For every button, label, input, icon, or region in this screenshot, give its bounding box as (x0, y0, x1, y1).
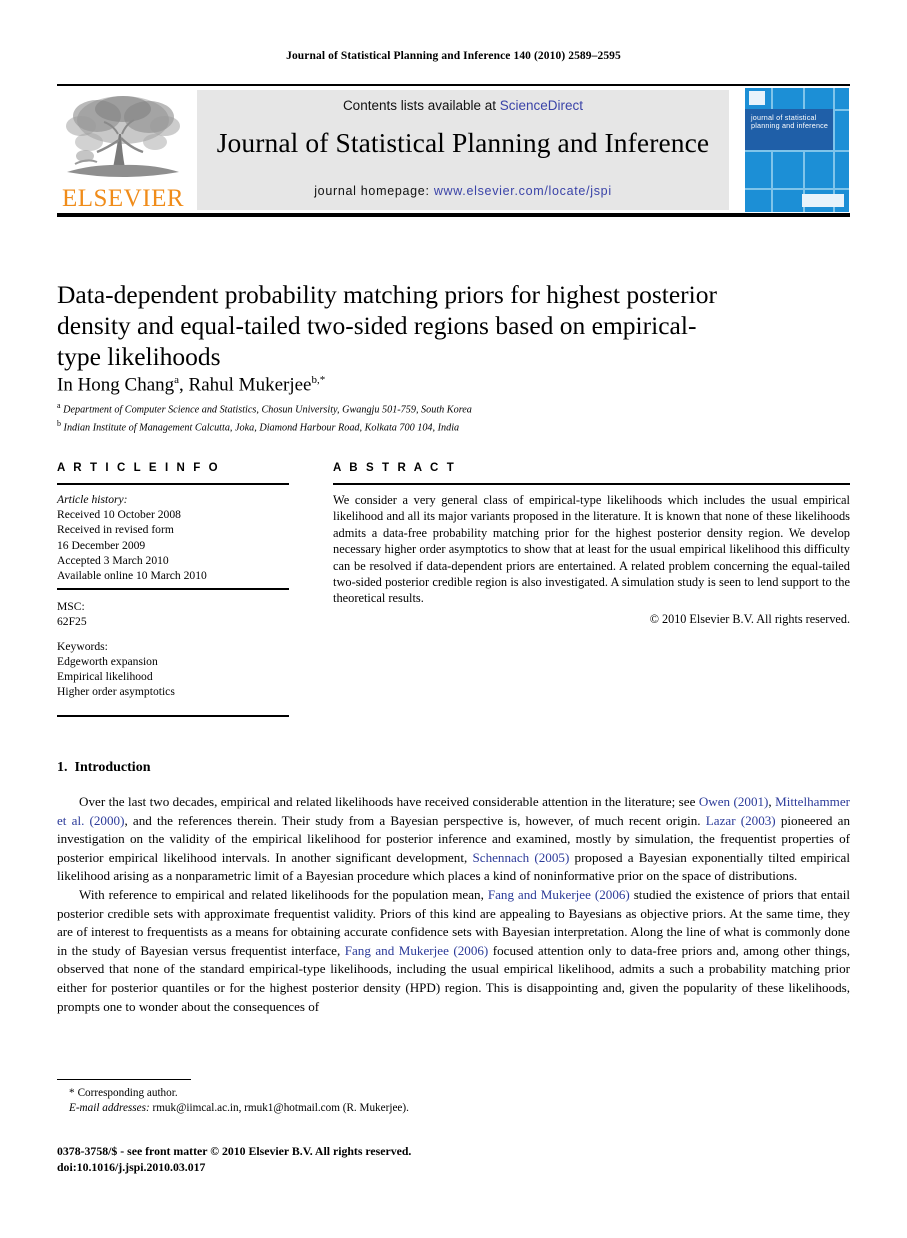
sciencedirect-line: Contents lists available at ScienceDirec… (197, 98, 729, 113)
introduction-body: Over the last two decades, empirical and… (57, 793, 850, 1016)
p1-part-1: Over the last two decades, empirical and… (79, 794, 699, 809)
article-history-label: Article history: (57, 493, 128, 506)
affiliation-marker-a: a (57, 401, 61, 410)
citation-fang-mukerjee-2006-a[interactable]: Fang and Mukerjee (2006) (488, 887, 630, 902)
section-heading-introduction: 1. Introduction (57, 760, 150, 776)
paragraph-1: Over the last two decades, empirical and… (57, 793, 850, 886)
elsevier-wordmark: ELSEVIER (61, 185, 185, 212)
corresponding-author-label: Corresponding author. (77, 1087, 178, 1099)
author-affil-marker-2: b,* (311, 374, 326, 386)
affiliation-a-text: Department of Computer Science and Stati… (63, 404, 472, 416)
p1-part-3: , and the references therein. Their stud… (124, 812, 706, 828)
imprint-block: 0378-3758/$ - see front matter © 2010 El… (57, 1144, 557, 1175)
elsevier-tree-icon (66, 96, 180, 177)
issn-line: 0378-3758/$ - see front matter © 2010 El… (57, 1144, 412, 1158)
keyword-0: Edgeworth expansion (57, 654, 158, 668)
keyword-2: Higher order asymptotics (57, 685, 175, 699)
history-line-4: Available online 10 March 2010 (57, 569, 207, 583)
corresponding-author-marker: * (69, 1087, 75, 1099)
abstract-copyright: © 2010 Elsevier B.V. All rights reserved… (649, 611, 850, 626)
email-value[interactable]: rmuk@iimcal.ac.in, rmuk1@hotmail.com (R.… (150, 1102, 408, 1114)
cover-sciencedirect-mark (802, 194, 844, 207)
author-affil-marker-1: a (174, 374, 180, 386)
abstract-heading: A B S T R A C T (333, 462, 457, 474)
affiliation-a: a Department of Computer Science and Sta… (57, 399, 777, 417)
msc-value: 62F25 (57, 615, 87, 629)
affiliation-marker-b: b (57, 418, 61, 428)
section-title: Introduction (74, 760, 151, 775)
journal-title: Journal of Statistical Planning and Infe… (216, 127, 710, 158)
footnote-block: * Corresponding author. E-mail addresses:… (57, 1086, 557, 1116)
contents-prefix-label: Contents lists available at (342, 98, 500, 113)
journal-homepage-line: journal homepage: www.elsevier.com/locat… (197, 184, 729, 198)
article-page: Journal of Statistical Planning and Infe… (0, 0, 907, 1238)
doi-line[interactable]: doi:10.1016/j.jspi.2010.03.017 (57, 1160, 557, 1176)
keywords-block: Keywords: Edgeworth expansion Empirical … (57, 630, 289, 700)
abstract-column: A B S T R A C T We consider a very gener… (333, 462, 850, 627)
email-note: E-mail addresses: rmuk@iimcal.ac.in, rmu… (57, 1101, 557, 1116)
running-head: Journal of Statistical Planning and Infe… (286, 50, 621, 62)
article-info-column: A R T I C L E I N F O Article history: R… (57, 462, 289, 718)
article-history-block: Article history: Received 10 October 200… (57, 485, 289, 583)
journal-homepage-link[interactable]: www.elsevier.com/locate/jspi (434, 184, 612, 198)
masthead-bottom-rule (57, 213, 850, 217)
author-name-2: Rahul Mukerjee (188, 374, 312, 396)
keyword-1: Empirical likelihood (57, 670, 153, 684)
section-number: 1. (57, 760, 68, 775)
abstract-text: We consider a very general class of empi… (333, 493, 850, 606)
author-name-1: In Hong Chang (57, 374, 175, 396)
corresponding-author-note: * Corresponding author. (57, 1086, 557, 1101)
affiliation-b-text: Indian Institute of Management Calcutta,… (63, 421, 460, 433)
citation-owen-2001[interactable]: Owen (2001) (699, 794, 769, 809)
elsevier-logo: ELSEVIER (59, 90, 191, 212)
history-line-0: Received 10 October 2008 (57, 508, 181, 522)
history-line-3: Accepted 3 March 2010 (57, 553, 169, 567)
author-list: In Hong Changa, Rahul Mukerjeeb,* (57, 374, 326, 396)
article-title: Data-dependent probability matching prio… (57, 280, 717, 372)
msc-block: MSC: 62F25 (57, 590, 289, 629)
masthead-top-rule (57, 84, 850, 86)
p2-part-1: With reference to empirical and related … (79, 886, 488, 902)
journal-cover-thumbnail: journal of statistical planning and infe… (745, 88, 849, 212)
affiliation-b: b Indian Institute of Management Calcutt… (57, 417, 777, 435)
cover-elsevier-mark (749, 91, 765, 105)
citation-lazar-2003[interactable]: Lazar (2003) (706, 813, 776, 828)
affiliations: a Department of Computer Science and Sta… (57, 399, 777, 434)
footnote-rule (57, 1079, 191, 1080)
sciencedirect-link[interactable]: ScienceDirect (500, 98, 583, 113)
article-info-heading: A R T I C L E I N F O (57, 462, 221, 474)
journal-masthead: ELSEVIER Contents lists available at Sci… (57, 84, 850, 217)
citation-fang-mukerjee-2006-b[interactable]: Fang and Mukerjee (2006) (345, 943, 489, 958)
history-line-2: 16 December 2009 (57, 538, 146, 552)
masthead-center-panel: Contents lists available at ScienceDirec… (197, 90, 730, 210)
homepage-prefix-label: journal homepage: (314, 184, 434, 198)
email-label: E-mail addresses: (69, 1102, 150, 1114)
citation-schennach-2005[interactable]: Schennach (2005) (472, 850, 569, 865)
keywords-label: Keywords: (57, 639, 108, 653)
keywords-rule (57, 715, 289, 718)
paragraph-2: With reference to empirical and related … (57, 886, 850, 1016)
msc-label: MSC: (57, 600, 85, 614)
cover-journal-title: journal of statistical planning and infe… (751, 113, 829, 131)
history-line-1: Received in revised form (57, 523, 174, 537)
